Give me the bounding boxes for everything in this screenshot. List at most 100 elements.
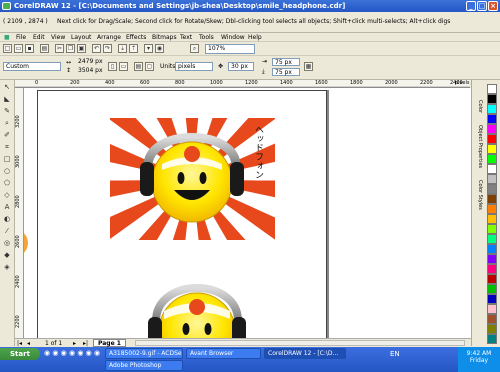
palette-swatch[interactable] [487, 144, 497, 154]
palette-swatch[interactable] [487, 184, 497, 194]
language-indicator-icon[interactable]: EN [390, 350, 400, 358]
first-page-button[interactable]: |◂ [17, 340, 22, 347]
palette-swatch[interactable] [487, 114, 497, 124]
duplicate-distance-x-field[interactable]: 75 px [272, 58, 300, 66]
palette-swatch[interactable] [487, 254, 497, 264]
text-tool-icon[interactable]: A [2, 202, 12, 212]
basic-shapes-tool-icon[interactable]: ◇ [2, 190, 12, 200]
palette-swatch[interactable] [487, 194, 497, 204]
zoom-tool-icon[interactable]: ⌕ [2, 118, 12, 128]
palette-swatch[interactable] [487, 164, 497, 174]
menu-view[interactable]: View [51, 34, 65, 41]
landscape-icon[interactable]: ▭ [119, 62, 128, 71]
duplicate-distance-y-field[interactable]: 75 px [272, 68, 300, 76]
palette-swatch[interactable] [487, 224, 497, 234]
palette-swatch[interactable] [487, 244, 497, 254]
menu-file[interactable]: File [16, 34, 26, 41]
page-height-field[interactable]: 3504 px [76, 67, 104, 75]
palette-swatch[interactable] [487, 174, 497, 184]
quick-launch-icons[interactable]: ◉ ◉ ◉ ◉ ◉ ◉ ◉ [44, 349, 100, 357]
import-icon[interactable]: ⇣ [118, 44, 127, 53]
palette-swatch[interactable] [487, 324, 497, 334]
palette-swatch[interactable] [487, 304, 497, 314]
nudge-distance-field[interactable]: 30 px [228, 62, 254, 71]
palette-swatch[interactable] [487, 134, 497, 144]
menu-tools[interactable]: Tools [199, 34, 214, 41]
treat-as-filled-icon[interactable]: ▦ [304, 62, 313, 71]
export-icon[interactable]: ⇡ [129, 44, 138, 53]
maximize-button[interactable]: □ [477, 1, 487, 11]
shape-tool-icon[interactable]: ◣ [2, 94, 12, 104]
freehand-tool-icon[interactable]: ✐ [2, 130, 12, 140]
all-pages-icon[interactable]: ▤ [134, 62, 143, 71]
pick-tool-icon[interactable]: ↖ [2, 82, 12, 92]
palette-swatch[interactable] [487, 294, 497, 304]
zoom-level-select[interactable]: 107% [205, 44, 255, 54]
polygon-tool-icon[interactable]: ⬠ [2, 178, 12, 188]
paper-preset-select[interactable]: Custom [3, 62, 61, 71]
menu-effects[interactable]: Effects [126, 34, 146, 41]
page-tab[interactable]: Page 1 [93, 339, 126, 347]
drawing-canvas[interactable]: ヘッドフォン [24, 88, 471, 338]
save-icon[interactable]: ▪ [25, 44, 34, 53]
outline-tool-icon[interactable]: ◎ [2, 238, 12, 248]
menu-bitmaps[interactable]: Bitmaps [152, 34, 177, 41]
menu-window[interactable]: Window [221, 34, 245, 41]
current-page-icon[interactable]: ▢ [145, 62, 154, 71]
palette-swatch[interactable] [487, 314, 497, 324]
units-select[interactable]: pixels [175, 62, 213, 71]
start-button[interactable]: Start [0, 348, 40, 360]
copy-icon[interactable]: ❐ [66, 44, 75, 53]
zoom-icon[interactable]: ⌕ [190, 44, 199, 53]
knife-tool-icon[interactable]: ✎ [2, 106, 12, 116]
corel-online-icon[interactable]: ◉ [155, 44, 164, 53]
paste-icon[interactable]: ▣ [77, 44, 86, 53]
palette-swatch[interactable] [487, 204, 497, 214]
docker-tab-color-styles[interactable]: Color Styles [474, 180, 483, 210]
palette-swatch[interactable] [487, 334, 497, 344]
cut-icon[interactable]: ✂ [55, 44, 64, 53]
palette-swatch[interactable] [487, 284, 497, 294]
task-coreldraw[interactable]: CorelDRAW 12 - [C:\D... [264, 348, 346, 359]
prev-page-button[interactable]: ◂ [27, 340, 30, 347]
print-icon[interactable]: ▤ [40, 44, 49, 53]
palette-swatch[interactable] [487, 264, 497, 274]
ellipse-tool-icon[interactable]: ○ [2, 166, 12, 176]
next-page-button[interactable]: ▸ [73, 340, 76, 347]
horizontal-scrollbar[interactable] [135, 340, 465, 346]
smart-fill-tool-icon[interactable]: ⌗ [2, 142, 12, 152]
docker-tab-color[interactable]: Color [474, 100, 483, 113]
menu-text[interactable]: Text [180, 34, 192, 41]
menu-help[interactable]: Help [248, 34, 262, 41]
redo-icon[interactable]: ↷ [103, 44, 112, 53]
menu-edit[interactable]: Edit [33, 34, 45, 41]
portrait-icon[interactable]: ▯ [108, 62, 117, 71]
page-width-field[interactable]: 2479 px [76, 58, 104, 66]
task-avant-browser[interactable]: Avant Browser [186, 348, 261, 359]
eyedropper-tool-icon[interactable]: ⁄ [2, 226, 12, 236]
palette-swatch[interactable] [487, 124, 497, 134]
open-icon[interactable]: ▭ [14, 44, 23, 53]
menu-arrange[interactable]: Arrange [97, 34, 121, 41]
palette-swatch[interactable] [487, 94, 497, 104]
new-document-icon[interactable]: □ [3, 44, 12, 53]
palette-swatch[interactable] [487, 234, 497, 244]
fill-tool-icon[interactable]: ◆ [2, 250, 12, 260]
interactive-fill-tool-icon[interactable]: ◈ [2, 262, 12, 272]
palette-swatch[interactable] [487, 154, 497, 164]
palette-swatch[interactable] [487, 104, 497, 114]
palette-swatch[interactable] [487, 214, 497, 224]
task-photoshop[interactable]: Adobe Photoshop [105, 360, 183, 371]
application-launcher-icon[interactable]: ▾ [144, 44, 153, 53]
palette-swatch[interactable] [487, 274, 497, 284]
interactive-blend-tool-icon[interactable]: ◐ [2, 214, 12, 224]
task-acdsee[interactable]: A3185002-9.gif - ACDSe... [105, 348, 183, 359]
undo-icon[interactable]: ↶ [92, 44, 101, 53]
minimize-button[interactable]: _ [466, 1, 476, 11]
docker-tab-object-properties[interactable]: Object Properties [474, 125, 483, 168]
close-button[interactable]: × [488, 1, 498, 11]
menu-layout[interactable]: Layout [71, 34, 91, 41]
last-page-button[interactable]: ▸| [83, 340, 88, 347]
second-smiley-illustration[interactable] [142, 273, 252, 338]
palette-swatch[interactable] [487, 84, 497, 94]
